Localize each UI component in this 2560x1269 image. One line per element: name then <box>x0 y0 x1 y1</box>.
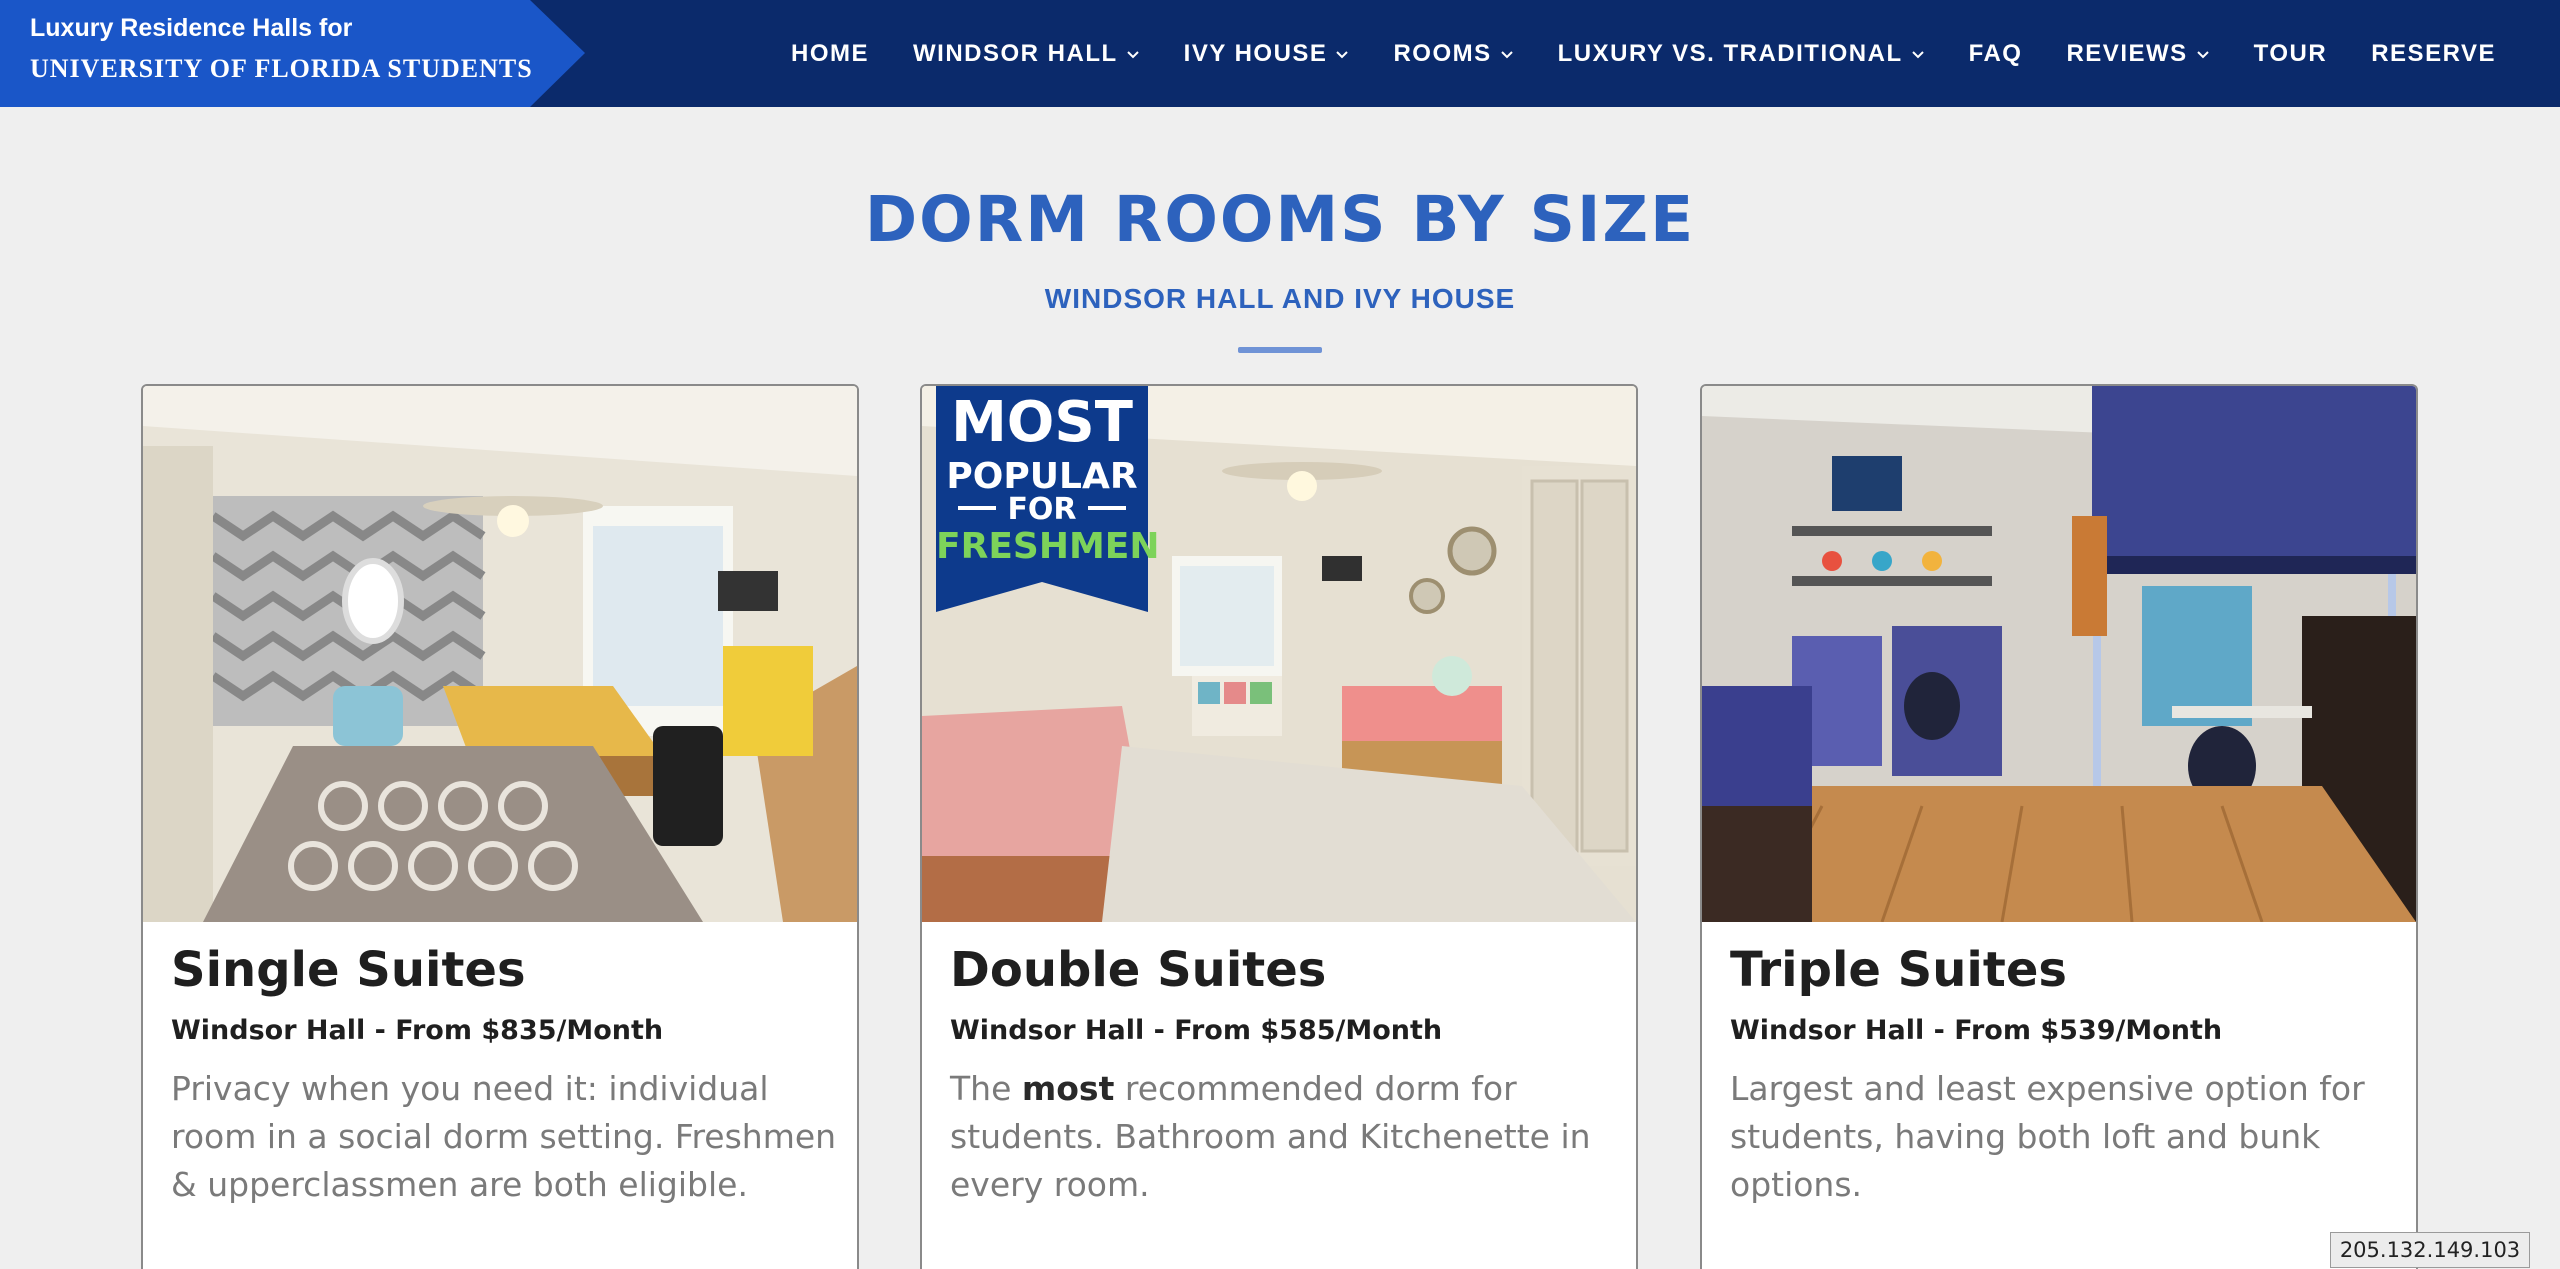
chevron-down-icon <box>1500 50 1513 58</box>
brand-tagline: Luxury Residence Halls for <box>30 14 353 42</box>
room-card-triple[interactable]: Triple Suites Windsor Hall - From $539/M… <box>1700 384 2418 1269</box>
nav-label: REVIEWS <box>2066 39 2188 67</box>
card-price: Windsor Hall - From $835/Month <box>171 1015 664 1046</box>
badge-line1: MOST <box>951 390 1133 455</box>
card-price: Windsor Hall - From $585/Month <box>950 1015 1443 1046</box>
card-description: The most recommended dorm for students. … <box>950 1065 1620 1209</box>
double-suite-photo[interactable]: MOST POPULAR FOR FRESHMEN <box>922 386 1636 922</box>
main-nav: HOME WINDSOR HALL IVY HOUSE ROOMS LUXURY… <box>769 0 2518 107</box>
nav-label: FAQ <box>1968 39 2023 67</box>
nav-reviews[interactable]: REVIEWS <box>2044 40 2231 68</box>
badge-line4: FRESHMEN <box>936 526 1160 567</box>
nav-label: RESERVE <box>2371 39 2496 67</box>
room-card-double[interactable]: MOST POPULAR FOR FRESHMEN Double Suites … <box>920 384 1638 1269</box>
nav-label: WINDSOR HALL <box>913 39 1118 67</box>
chevron-down-icon <box>1336 50 1349 58</box>
chevron-down-icon <box>2196 50 2209 58</box>
badge-line2: POPULAR <box>946 456 1138 497</box>
nav-reserve[interactable]: RESERVE <box>2349 40 2518 68</box>
chevron-down-icon <box>1126 50 1139 58</box>
card-title[interactable]: Single Suites <box>171 942 526 998</box>
desc-text: The <box>950 1069 1022 1108</box>
nav-label: TOUR <box>2253 39 2328 67</box>
nav-windsor-hall[interactable]: WINDSOR HALL <box>891 40 1162 68</box>
nav-rooms[interactable]: ROOMS <box>1371 40 1535 68</box>
nav-label: IVY HOUSE <box>1183 39 1328 67</box>
site-logo[interactable]: Luxury Residence Halls for UNIVERSITY OF… <box>0 0 585 107</box>
desc-emphasis: most <box>1021 1069 1115 1108</box>
nav-label: HOME <box>791 39 870 67</box>
title-divider <box>1238 347 1322 353</box>
nav-luxury-vs-traditional[interactable]: LUXURY VS. TRADITIONAL <box>1536 40 1947 68</box>
triple-suite-photo[interactable] <box>1702 386 2416 922</box>
nav-home[interactable]: HOME <box>769 40 891 68</box>
room-card-single[interactable]: Single Suites Windsor Hall - From $835/M… <box>141 384 859 1269</box>
card-description: Largest and least expensive option for s… <box>1730 1069 2365 1204</box>
card-price: Windsor Hall - From $539/Month <box>1730 1015 2223 1046</box>
nav-ivy-house[interactable]: IVY HOUSE <box>1162 40 1372 68</box>
chevron-down-icon <box>1911 50 1924 58</box>
nav-label: LUXURY VS. TRADITIONAL <box>1557 39 1903 67</box>
page-title: DORM ROOMS BY SIZE <box>864 183 1696 256</box>
most-popular-badge: MOST POPULAR FOR FRESHMEN <box>936 386 1160 612</box>
nav-tour[interactable]: TOUR <box>2232 40 2350 68</box>
nav-faq[interactable]: FAQ <box>1947 40 2045 68</box>
nav-label: ROOMS <box>1393 39 1492 67</box>
brand-name: UNIVERSITY OF FLORIDA STUDENTS <box>30 54 533 83</box>
ip-address-overlay: 205.132.149.103 <box>2330 1232 2530 1268</box>
site-header: Luxury Residence Halls for UNIVERSITY OF… <box>0 0 2560 107</box>
card-title[interactable]: Triple Suites <box>1730 942 2067 998</box>
card-description: Privacy when you need it: individual roo… <box>171 1069 837 1204</box>
single-suite-photo[interactable] <box>143 386 857 922</box>
badge-line3: FOR <box>1007 492 1077 527</box>
page-subtitle: WINDSOR HALL AND IVY HOUSE <box>1044 283 1516 314</box>
card-title[interactable]: Double Suites <box>950 942 1326 998</box>
